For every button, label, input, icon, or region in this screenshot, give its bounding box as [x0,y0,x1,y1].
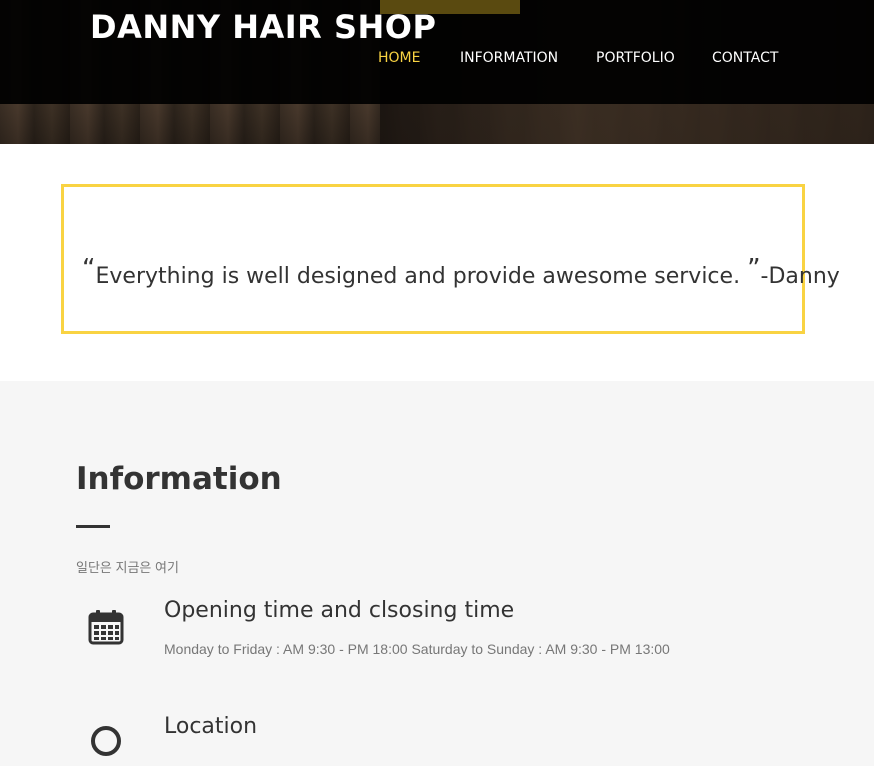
nav-home[interactable]: HOME [378,50,420,66]
site-header: DANNY HAIR SHOP HOME INFORMATION PORTFOL… [0,0,874,144]
close-quote-mark: ” [747,254,761,284]
hero-accent-strip [380,0,520,14]
testimonial-section: “Everything is well designed and provide… [0,144,874,381]
open-quote-mark: “ [82,254,96,284]
main-nav: HOME INFORMATION PORTFOLIO CONTACT [0,50,874,70]
testimonial-box: “Everything is well designed and provide… [61,184,840,334]
opening-time-desc: Monday to Friday : AM 9:30 - PM 18:00 Sa… [164,641,670,657]
opening-time-title: Opening time and clsosing time [164,598,515,623]
quote-author: -Danny [760,264,840,289]
nav-portfolio[interactable]: PORTFOLIO [596,50,675,66]
information-section: Information 일단은 지금은 여기 Opening time and … [0,381,874,756]
testimonial-text: “Everything is well designed and provide… [82,254,840,289]
location-title: Location [164,714,258,739]
calendar-icon [88,609,124,645]
section-subtitle: 일단은 지금은 여기 [76,560,179,575]
section-title: Information [76,461,282,497]
nav-contact[interactable]: CONTACT [712,50,778,66]
title-divider [76,525,110,528]
navbar: DANNY HAIR SHOP HOME INFORMATION PORTFOL… [0,0,874,104]
nav-information[interactable]: INFORMATION [460,50,558,66]
quote-body: Everything is well designed and provide … [95,264,741,289]
location-icon [88,725,124,761]
